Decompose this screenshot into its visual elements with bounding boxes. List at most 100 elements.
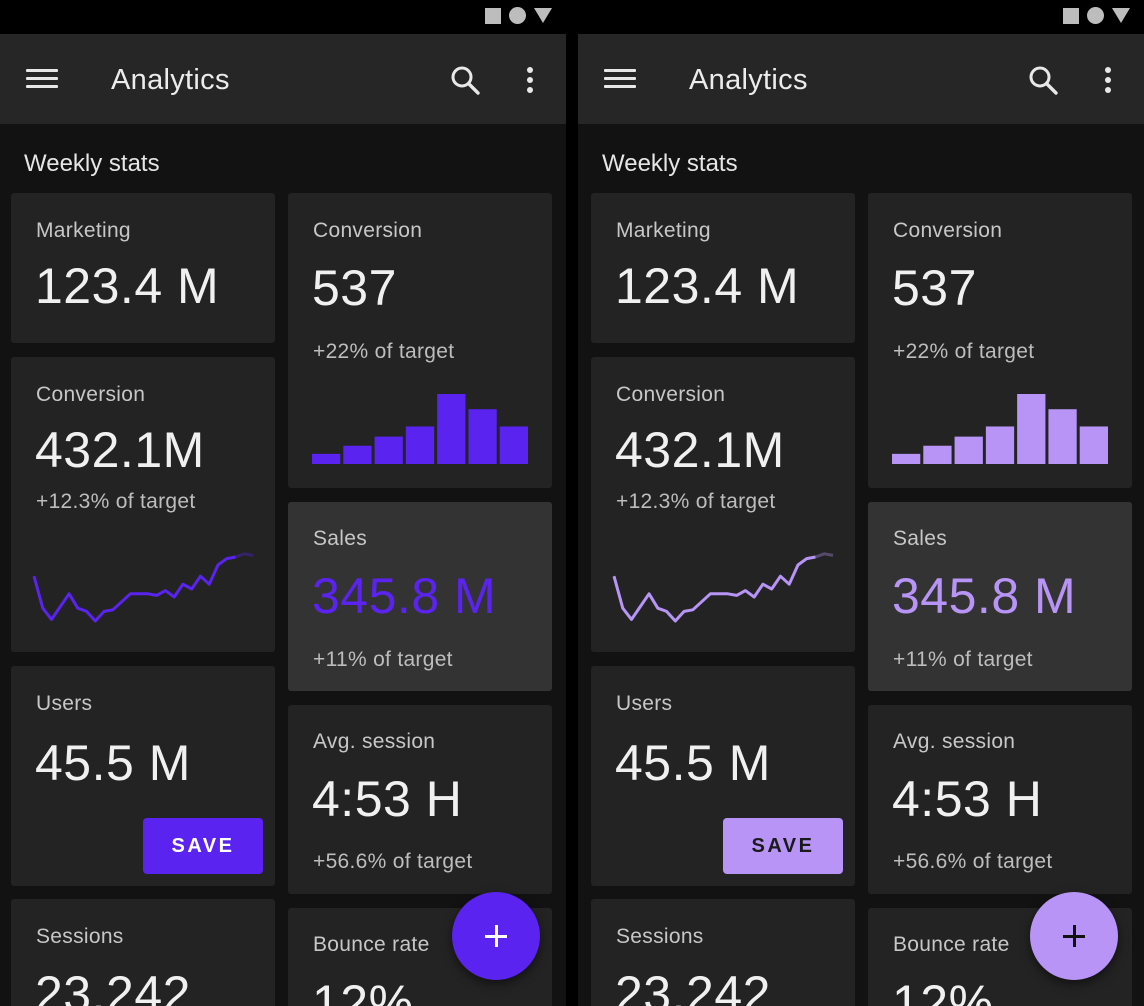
avg-session-card[interactable]: Avg. session 4:53 H +56.6% of target (288, 705, 552, 894)
conversion-line-card[interactable]: Conversion 432.1M +12.3% of target (11, 357, 275, 652)
bar-3 (374, 436, 403, 464)
more-vert-icon[interactable] (520, 64, 540, 96)
bar-5 (437, 394, 466, 464)
more-vert-icon[interactable] (1098, 64, 1118, 96)
marketing-card[interactable]: Marketing 123.4 M (11, 193, 275, 343)
section-title: Weekly stats (24, 150, 160, 177)
line-series-tail (234, 552, 254, 559)
home-icon (1087, 7, 1104, 24)
phone-right: Analytics Weekly stats Marketing 123.4 M… (578, 0, 1144, 1006)
bar-7 (1079, 426, 1108, 464)
app-bar: Analytics (578, 34, 1144, 124)
plus-icon (1063, 925, 1085, 947)
sales-card[interactable]: Sales 345.8 M +11% of target (288, 502, 552, 691)
card-subtext: +22% of target (313, 340, 455, 363)
search-icon[interactable] (449, 64, 481, 96)
card-label: Sessions (36, 925, 124, 948)
card-label: Conversion (616, 383, 726, 406)
save-button[interactable]: SAVE (723, 818, 843, 874)
card-subtext: +56.6% of target (313, 850, 473, 873)
sessions-card[interactable]: Sessions 23,242 (11, 899, 275, 1006)
conversion-line-card[interactable]: Conversion 432.1M +12.3% of target (591, 357, 855, 652)
line-chart (612, 552, 834, 623)
card-value: 537 (892, 260, 977, 316)
bar-5 (1017, 394, 1046, 464)
bar-1 (312, 453, 341, 464)
card-label: Sales (893, 527, 948, 550)
search-icon[interactable] (1027, 64, 1059, 96)
card-label: Conversion (36, 383, 146, 406)
card-subtext: +56.6% of target (893, 850, 1053, 873)
plus-icon (485, 925, 507, 947)
sessions-card[interactable]: Sessions 23,242 (591, 899, 855, 1006)
line-chart (32, 552, 254, 623)
card-value: 12% (312, 975, 414, 1006)
bar-7 (499, 426, 528, 464)
card-subtext: +12.3% of target (36, 490, 196, 513)
marketing-card[interactable]: Marketing 123.4 M (591, 193, 855, 343)
status-bar (578, 0, 1144, 34)
bar-2 (923, 445, 952, 464)
line-series-tail (814, 552, 834, 559)
card-subtext: +22% of target (893, 340, 1035, 363)
card-label: Users (36, 692, 93, 715)
card-value: 23,242 (35, 966, 191, 1006)
card-value: 45.5 M (615, 735, 771, 791)
card-label: Marketing (36, 219, 131, 242)
line-series (612, 555, 816, 623)
app-bar: Analytics (0, 34, 566, 124)
card-value: 4:53 H (892, 771, 1043, 827)
card-label: Users (616, 692, 673, 715)
card-label: Avg. session (313, 730, 436, 753)
card-value: 45.5 M (35, 735, 191, 791)
card-value: 345.8 M (312, 568, 497, 624)
add-fab[interactable] (1030, 892, 1118, 980)
bar-6 (468, 409, 497, 464)
card-subtext: +11% of target (313, 648, 453, 671)
users-card[interactable]: Users 45.5 M SAVE (11, 666, 275, 886)
card-value: 23,242 (615, 966, 771, 1006)
back-icon (1112, 8, 1130, 23)
line-series (32, 555, 236, 623)
card-label: Conversion (313, 219, 423, 242)
recents-icon (1063, 7, 1079, 24)
app-title: Analytics (689, 64, 808, 96)
bar-3 (954, 436, 983, 464)
avg-session-card[interactable]: Avg. session 4:53 H +56.6% of target (868, 705, 1132, 894)
card-value: 432.1M (35, 422, 205, 478)
card-label: Avg. session (893, 730, 1016, 753)
status-bar (0, 0, 566, 34)
back-icon (534, 8, 552, 23)
recents-icon (485, 7, 501, 24)
section-title: Weekly stats (602, 150, 738, 177)
conversion-bar-card[interactable]: Conversion 537 +22% of target (288, 193, 552, 488)
card-label: Sessions (616, 925, 704, 948)
bar-4 (405, 426, 435, 464)
card-value: 123.4 M (35, 258, 220, 314)
card-label: Bounce rate (893, 933, 1010, 956)
bar-4 (985, 426, 1015, 464)
save-button[interactable]: SAVE (143, 818, 263, 874)
card-value: 123.4 M (615, 258, 800, 314)
menu-icon[interactable] (26, 67, 58, 91)
card-value: 537 (312, 260, 397, 316)
users-card[interactable]: Users 45.5 M SAVE (591, 666, 855, 886)
add-fab[interactable] (452, 892, 540, 980)
card-subtext: +11% of target (893, 648, 1033, 671)
sales-card[interactable]: Sales 345.8 M +11% of target (868, 502, 1132, 691)
app-title: Analytics (111, 64, 230, 96)
card-subtext: +12.3% of target (616, 490, 776, 513)
card-value: 432.1M (615, 422, 785, 478)
bar-chart (892, 394, 1108, 464)
bar-2 (343, 445, 372, 464)
conversion-bar-card[interactable]: Conversion 537 +22% of target (868, 193, 1132, 488)
card-label: Marketing (616, 219, 711, 242)
card-label: Sales (313, 527, 368, 550)
card-label: Conversion (893, 219, 1003, 242)
bar-1 (892, 453, 921, 464)
card-value: 345.8 M (892, 568, 1077, 624)
bar-chart (312, 394, 528, 464)
card-label: Bounce rate (313, 933, 430, 956)
menu-icon[interactable] (604, 67, 636, 91)
phone-left: Analytics Weekly stats Marketing 123.4 M… (0, 0, 566, 1006)
